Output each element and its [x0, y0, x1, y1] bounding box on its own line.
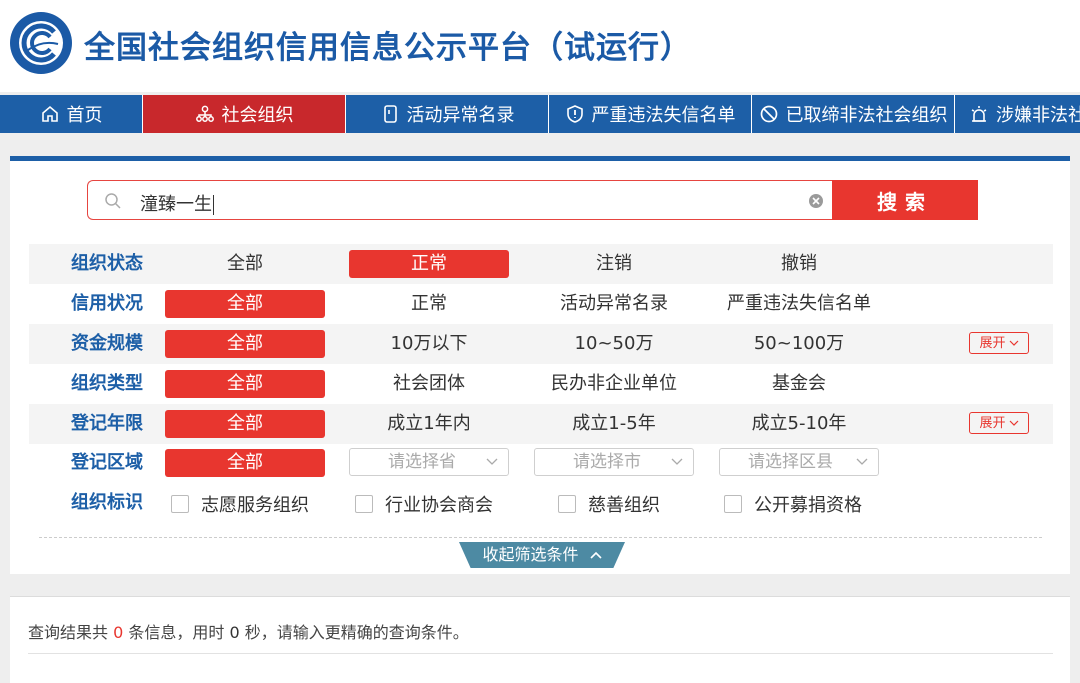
- filter-label: 资金规模: [71, 333, 143, 354]
- chevron-down-icon: [1009, 420, 1018, 426]
- nav-item-home[interactable]: 首页: [0, 95, 143, 133]
- filter-label: 组织状态: [71, 253, 143, 274]
- search-input[interactable]: 潼臻一生: [87, 180, 832, 220]
- chevron-down-icon: [856, 458, 868, 465]
- filter-label: 组织标识: [71, 492, 143, 513]
- divider: [39, 537, 1042, 538]
- chevron-down-icon: [671, 458, 683, 465]
- filter-option[interactable]: 成立5-10年: [719, 410, 879, 438]
- filter-panel: 潼臻一生 搜索 组织状态 全部 正常 注销 撤销 信用状况 全部 正常 活动异常…: [10, 156, 1070, 574]
- shield-alert-icon: [566, 105, 583, 123]
- filter-label: 登记区域: [71, 452, 143, 473]
- checkbox-public-fundraising[interactable]: 公开募捐资格: [724, 491, 862, 517]
- alarm-icon: [971, 106, 987, 122]
- checkbox-box[interactable]: [171, 495, 189, 513]
- checkbox-label: 行业协会商会: [385, 495, 493, 516]
- chevron-up-icon: [589, 551, 602, 559]
- filter-option[interactable]: 全部: [165, 250, 325, 278]
- nav-item-label: 活动异常名录: [406, 105, 515, 126]
- checkbox-box[interactable]: [724, 495, 742, 513]
- clear-icon[interactable]: [808, 193, 824, 209]
- nav-item-abnormal-list[interactable]: 活动异常名录: [346, 95, 549, 133]
- checkbox-label: 志愿服务组织: [201, 495, 309, 516]
- site-title: 全国社会组织信用信息公示平台（试运行）: [84, 30, 692, 66]
- filter-option-selected[interactable]: 全部: [165, 370, 325, 398]
- filter-option[interactable]: 正常: [349, 290, 509, 318]
- checkbox-box[interactable]: [355, 495, 373, 513]
- result-count: 0: [113, 623, 124, 642]
- search-button[interactable]: 搜索: [832, 180, 978, 220]
- result-panel: 查询结果共 0 条信息，用时 0 秒，请输入更精确的查询条件。: [10, 596, 1070, 683]
- filter-row-status: 组织状态 全部 正常 注销 撤销: [29, 244, 1053, 284]
- checkbox-volunteer[interactable]: 志愿服务组织: [171, 491, 309, 517]
- collapse-filters-button[interactable]: 收起筛选条件: [459, 542, 625, 568]
- filter-row-capital: 资金规模 全部 10万以下 10~50万 50~100万 展开: [29, 324, 1053, 364]
- checkbox-box[interactable]: [558, 495, 576, 513]
- filter-option[interactable]: 10~50万: [534, 330, 694, 358]
- nav-item-suspected-illegal[interactable]: 涉嫌非法社: [955, 95, 1080, 133]
- filter-option[interactable]: 50~100万: [719, 330, 879, 358]
- filter-label: 信用状况: [71, 293, 143, 314]
- filter-option[interactable]: 民办非企业单位: [534, 370, 694, 398]
- city-select[interactable]: 请选择市: [534, 448, 694, 476]
- filter-label: 组织类型: [71, 373, 143, 394]
- filter-option[interactable]: 注销: [534, 250, 694, 278]
- nav-item-label: 首页: [66, 105, 103, 126]
- filter-option[interactable]: 严重违法失信名单: [719, 290, 879, 318]
- home-icon: [41, 105, 58, 122]
- filter-row-region: 登记区域 全部 请选择省 请选择市 请选择区县: [29, 443, 1053, 483]
- nav-item-social-org[interactable]: 社会组织: [143, 95, 346, 133]
- ban-icon: [760, 105, 777, 123]
- nav-item-label: 严重违法失信名单: [591, 105, 736, 126]
- expand-button[interactable]: 展开: [969, 332, 1029, 354]
- text-caret: [213, 195, 214, 215]
- filter-row-marks: 组织标识 志愿服务组织 行业协会商会 慈善组织 公开募捐资格: [29, 483, 1053, 523]
- province-select[interactable]: 请选择省: [349, 448, 509, 476]
- nav-item-label: 已取缔非法社会组织: [785, 105, 948, 126]
- filter-row-type: 组织类型 全部 社会团体 民办非企业单位 基金会: [29, 364, 1053, 404]
- checkbox-label: 公开募捐资格: [754, 495, 862, 516]
- divider: [28, 653, 1053, 654]
- main-nav: 首页 社会组织 活动异常名录 严重违法失信名单 已取缔非法社会组织 涉嫌非法社: [0, 95, 1080, 133]
- result-seconds: 0: [229, 623, 240, 642]
- filter-option[interactable]: 社会团体: [349, 370, 509, 398]
- chevron-down-icon: [1009, 340, 1018, 346]
- search-input-value: 潼臻一生: [140, 194, 214, 215]
- org-chart-icon: [195, 105, 214, 122]
- filter-option-selected[interactable]: 全部: [165, 330, 325, 358]
- filter-option-selected[interactable]: 正常: [349, 250, 509, 278]
- filter-option[interactable]: 成立1-5年: [534, 410, 694, 438]
- document-icon: [383, 105, 397, 123]
- filter-option-selected[interactable]: 全部: [165, 410, 325, 438]
- expand-button[interactable]: 展开: [969, 412, 1029, 434]
- result-summary: 查询结果共 0 条信息，用时 0 秒，请输入更精确的查询条件。: [28, 623, 469, 642]
- nav-item-label: 社会组织: [221, 105, 294, 126]
- site-logo-icon[interactable]: [8, 10, 74, 76]
- nav-item-banned-orgs[interactable]: 已取缔非法社会组织: [752, 95, 955, 133]
- filter-option[interactable]: 成立1年内: [349, 410, 509, 438]
- search-icon: [105, 193, 121, 209]
- filter-row-years: 登记年限 全部 成立1年内 成立1-5年 成立5-10年 展开: [29, 404, 1053, 444]
- county-select[interactable]: 请选择区县: [719, 448, 879, 476]
- chevron-down-icon: [486, 458, 498, 465]
- filter-option-selected[interactable]: 全部: [165, 449, 325, 477]
- filter-option[interactable]: 基金会: [719, 370, 879, 398]
- filter-label: 登记年限: [71, 413, 143, 434]
- filter-option[interactable]: 撤销: [719, 250, 879, 278]
- checkbox-label: 慈善组织: [588, 495, 660, 516]
- site-header: 全国社会组织信用信息公示平台（试运行）: [0, 0, 1080, 92]
- checkbox-industry-assoc[interactable]: 行业协会商会: [355, 491, 493, 517]
- filter-option[interactable]: 10万以下: [349, 330, 509, 358]
- filter-row-credit: 信用状况 全部 正常 活动异常名录 严重违法失信名单: [29, 284, 1053, 324]
- filter-option[interactable]: 活动异常名录: [534, 290, 694, 318]
- nav-item-label: 涉嫌非法社: [996, 105, 1080, 126]
- checkbox-charity[interactable]: 慈善组织: [558, 491, 660, 517]
- nav-item-blacklist[interactable]: 严重违法失信名单: [549, 95, 752, 133]
- filter-option-selected[interactable]: 全部: [165, 290, 325, 318]
